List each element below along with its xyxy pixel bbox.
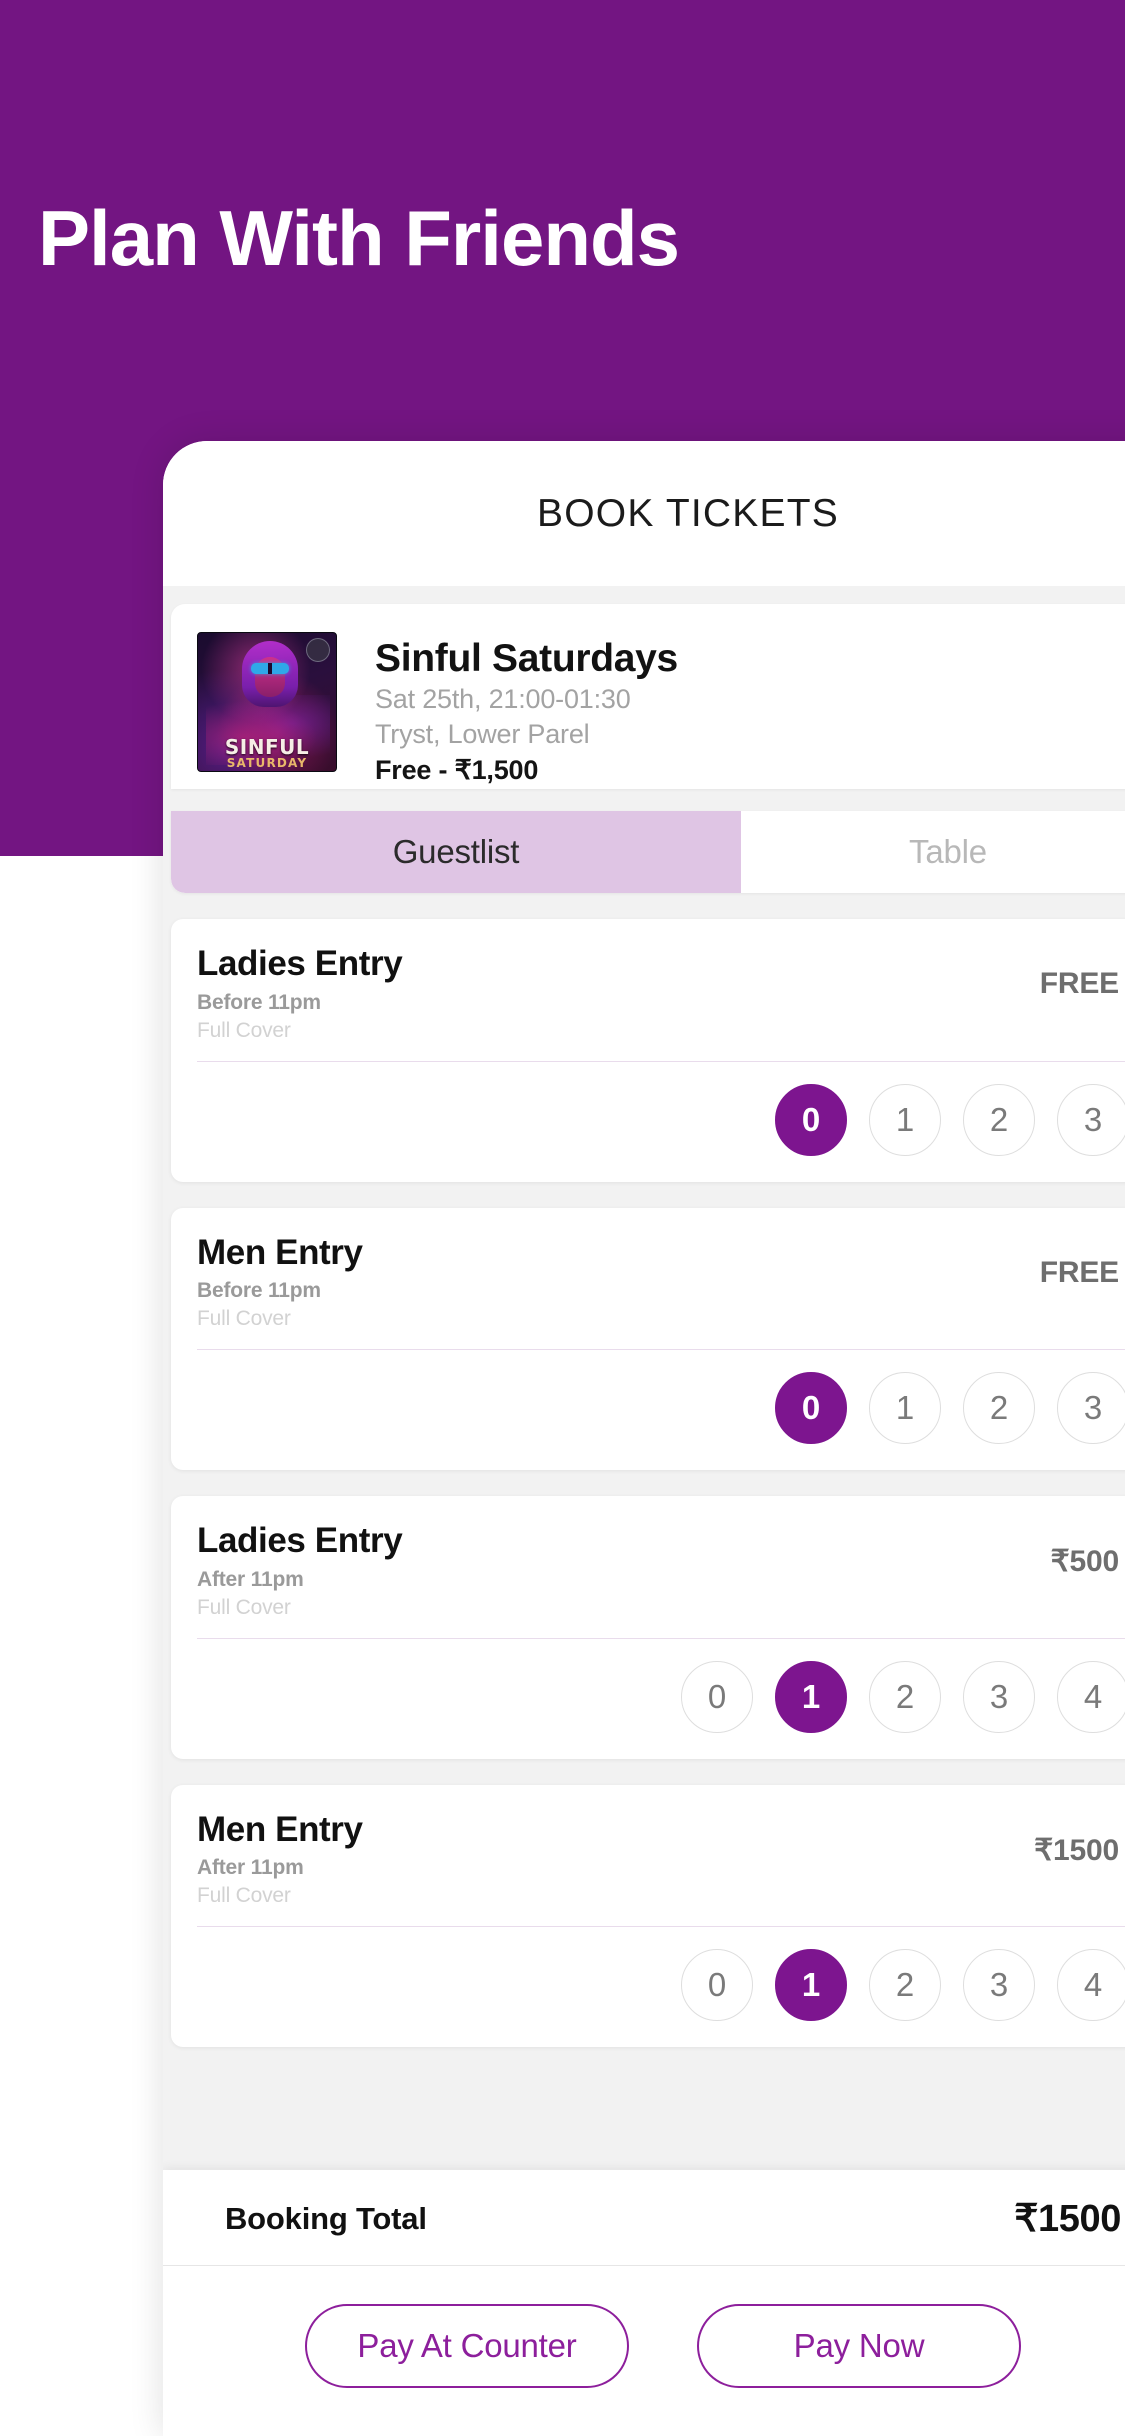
ticket-cover: Full Cover [197, 1018, 291, 1042]
ticket-price: FREE [1039, 967, 1119, 1001]
quantity-option-2[interactable]: 2 [963, 1083, 1035, 1156]
page-title: Plan With Friends [38, 194, 680, 282]
ticket-header: Ladies Entry Before 11pm Full Cover FREE [171, 919, 1125, 1055]
app-header-title: BOOK TICKETS [537, 491, 839, 535]
ticket-header: Ladies Entry After 11pm Full Cover ₹500 [171, 1496, 1125, 1632]
poster-sunglasses-icon [251, 663, 289, 674]
ticket-scroll-area[interactable]: SINFUL SATURDAY Sinful Saturdays Sat 25t… [163, 586, 1125, 2286]
event-poster-image: SINFUL SATURDAY [197, 632, 337, 772]
ticket-name: Ladies Entry [197, 944, 403, 984]
ticket-row: Men Entry Before 11pm Full Cover FREE 0 … [171, 1207, 1125, 1471]
event-details: Sinful Saturdays Sat 25th, 21:00-01:30 T… [375, 632, 678, 789]
ticket-price: FREE [1039, 1255, 1119, 1289]
quantity-selector: 0 1 2 3 4 [171, 1639, 1125, 1759]
quantity-option-3[interactable]: 3 [1057, 1083, 1125, 1156]
ticket-row: Ladies Entry After 11pm Full Cover ₹500 … [171, 1496, 1125, 1759]
ticket-type-tabs: Guestlist Table [171, 811, 1125, 894]
quantity-option-2[interactable]: 2 [869, 1949, 941, 2022]
ticket-timing: After 11pm [197, 1856, 304, 1880]
ticket-price: ₹1500 [1034, 1833, 1119, 1867]
poster-title-text: SINFUL [224, 735, 310, 759]
quantity-selector: 0 1 2 3 4 [171, 1927, 1125, 2047]
pay-now-button[interactable]: Pay Now [697, 2304, 1021, 2388]
quantity-option-2[interactable]: 2 [869, 1660, 941, 1733]
ticket-row: Men Entry After 11pm Full Cover ₹1500 0 … [171, 1784, 1125, 2048]
booking-total-label: Booking Total [225, 2200, 427, 2236]
pay-at-counter-button[interactable]: Pay At Counter [305, 2304, 629, 2388]
quantity-option-3[interactable]: 3 [963, 1949, 1035, 2022]
quantity-option-3[interactable]: 3 [963, 1660, 1035, 1733]
quantity-option-4[interactable]: 4 [1057, 1949, 1125, 2022]
ticket-cover: Full Cover [197, 1307, 291, 1331]
ticket-timing: Before 11pm [197, 1279, 321, 1303]
quantity-selector: 0 1 2 3 [171, 1350, 1125, 1470]
ticket-timing: After 11pm [197, 1567, 304, 1591]
quantity-option-2[interactable]: 2 [963, 1372, 1035, 1445]
quantity-option-0[interactable]: 0 [775, 1372, 847, 1445]
booking-footer: Booking Total ₹1500 Pay At Counter Pay N… [163, 2170, 1125, 2436]
booking-total-value: ₹1500 [1014, 2198, 1121, 2240]
quantity-option-0[interactable]: 0 [775, 1083, 847, 1156]
ticket-price: ₹500 [1050, 1545, 1120, 1579]
quantity-option-1[interactable]: 1 [869, 1372, 941, 1445]
ticket-row: Ladies Entry Before 11pm Full Cover FREE… [171, 919, 1125, 1182]
ticket-header: Men Entry After 11pm Full Cover ₹1500 [171, 1785, 1125, 1921]
quantity-option-1[interactable]: 1 [869, 1083, 941, 1156]
ticket-name: Men Entry [197, 1232, 363, 1272]
ticket-name: Men Entry [197, 1809, 363, 1849]
event-datetime: Sat 25th, 21:00-01:30 [375, 684, 631, 715]
quantity-option-0[interactable]: 0 [681, 1949, 753, 2022]
app-header: BOOK TICKETS [163, 441, 1125, 586]
ticket-name: Ladies Entry [197, 1521, 403, 1561]
ticket-info: Men Entry Before 11pm Full Cover [197, 1232, 1040, 1332]
event-price-range: Free - ₹1,500 [375, 755, 539, 786]
poster-badge-icon [306, 638, 330, 662]
ticket-cover: Full Cover [197, 1884, 291, 1908]
booking-total-row: Booking Total ₹1500 [163, 2170, 1125, 2266]
ticket-cover: Full Cover [197, 1595, 291, 1619]
tab-guestlist[interactable]: Guestlist [171, 811, 741, 894]
phone-mockup: BOOK TICKETS SINFUL SATURDAY Sinful Satu… [163, 441, 1125, 2436]
ticket-info: Ladies Entry After 11pm Full Cover [197, 1522, 1051, 1620]
tab-table[interactable]: Table [741, 811, 1125, 894]
event-summary-card: SINFUL SATURDAY Sinful Saturdays Sat 25t… [171, 604, 1125, 790]
event-name: Sinful Saturdays [375, 637, 678, 680]
quantity-option-4[interactable]: 4 [1057, 1660, 1125, 1733]
ticket-header: Men Entry Before 11pm Full Cover FREE [171, 1208, 1125, 1344]
ticket-timing: Before 11pm [197, 990, 321, 1014]
quantity-option-3[interactable]: 3 [1057, 1372, 1125, 1445]
quantity-option-1[interactable]: 1 [775, 1660, 847, 1733]
quantity-option-1[interactable]: 1 [775, 1949, 847, 2022]
event-venue: Tryst, Lower Parel [375, 719, 590, 750]
quantity-option-0[interactable]: 0 [681, 1660, 753, 1733]
quantity-selector: 0 1 2 3 [171, 1062, 1125, 1182]
poster-subtitle-text: SATURDAY [226, 756, 308, 770]
ticket-info: Ladies Entry Before 11pm Full Cover [197, 945, 1040, 1043]
footer-actions: Pay At Counter Pay Now [163, 2266, 1125, 2436]
ticket-info: Men Entry After 11pm Full Cover [197, 1809, 1034, 1909]
